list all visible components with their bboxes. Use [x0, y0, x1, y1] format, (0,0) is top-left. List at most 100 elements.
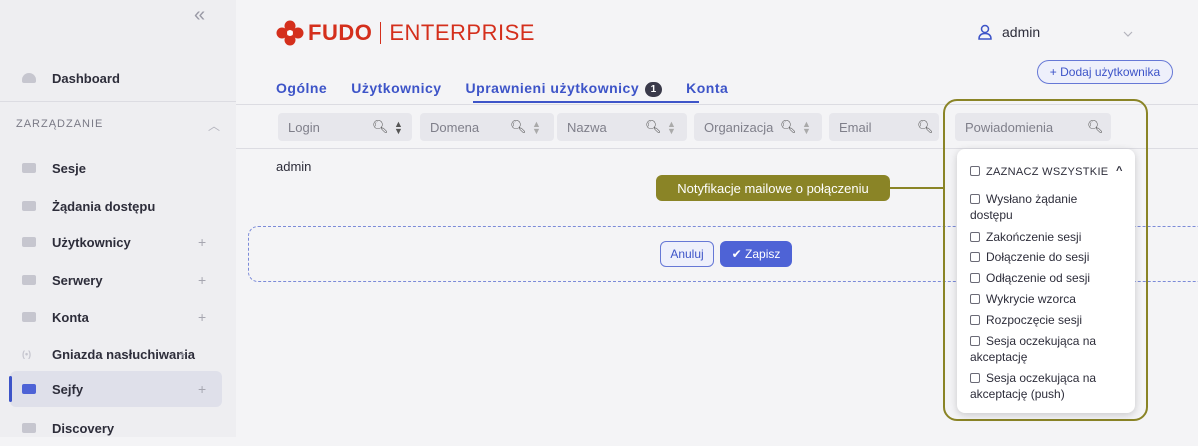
sort-icon[interactable]: ▲ ▼ — [532, 120, 541, 136]
callout-tooltip: Notyfikacje mailowe o połączeniu — [656, 175, 890, 201]
active-tab-underline — [473, 101, 699, 103]
add-user-button[interactable]: + Dodaj użytkownika — [1037, 60, 1173, 84]
checkbox[interactable] — [970, 294, 980, 304]
callout-connector — [890, 187, 943, 189]
option-session-pending-approval-push[interactable]: Sesja oczekująca na akceptację (push) — [970, 370, 1130, 402]
filter-placeholder: Organizacja — [704, 119, 774, 135]
tab-general[interactable]: Ogólne — [276, 80, 327, 102]
tab-label: Konta — [686, 80, 729, 96]
sidebar-item-label: Sejfy — [52, 381, 84, 397]
save-button[interactable]: ✔ Zapisz — [720, 241, 792, 267]
product-name: ENTERPRISE — [389, 20, 535, 45]
add-icon[interactable]: + — [198, 309, 206, 325]
add-icon[interactable]: + — [198, 272, 206, 288]
sidebar-item-label: Discovery — [52, 420, 115, 436]
option-access-request-sent[interactable]: Wysłano żądanie dostępu — [970, 191, 1130, 223]
option-label: dostępu — [970, 208, 1013, 222]
username: admin — [1002, 24, 1041, 40]
add-icon[interactable]: + — [198, 381, 206, 397]
sort-icon[interactable]: ▲ ▼ — [667, 120, 676, 136]
cancel-button[interactable]: Anuluj — [660, 241, 714, 267]
option-label: Sesja oczekująca na — [986, 371, 1097, 385]
divider — [0, 101, 236, 102]
checkbox[interactable] — [970, 336, 980, 346]
checkbox[interactable] — [970, 232, 980, 242]
option-label: Wykrycie wzorca — [986, 292, 1076, 306]
option-session-disconnect[interactable]: Odłączenie od sesji — [970, 270, 1130, 286]
user-icon — [978, 24, 992, 40]
discovery-icon — [22, 423, 36, 433]
sidebar-item-sessions[interactable]: Sesje — [0, 150, 236, 186]
users-icon — [22, 237, 36, 247]
logo: FUDO ENTERPRISE — [276, 20, 535, 46]
add-icon[interactable]: + — [198, 234, 206, 250]
accounts-icon — [22, 312, 36, 322]
filter-placeholder: Login — [288, 119, 320, 135]
user-menu[interactable]: admin — [978, 24, 1040, 40]
checkbox[interactable] — [970, 166, 980, 176]
dashboard-icon — [22, 73, 36, 83]
domain-filter[interactable]: Domena 🔍︎ ▲ ▼ — [420, 113, 554, 141]
option-label: Dołączenie do sesji — [986, 250, 1090, 264]
sidebar-item-users[interactable]: Użytkownicy + — [0, 224, 236, 260]
login-filter[interactable]: Login 🔍︎ ▲ ▼ — [278, 113, 412, 141]
search-icon: 🔍︎ — [372, 119, 389, 134]
access-requests-icon — [22, 201, 36, 211]
checkbox[interactable] — [970, 373, 980, 383]
filter-placeholder: Domena — [430, 119, 480, 135]
add-icon[interactable]: + — [178, 346, 186, 362]
section-label: ZARZĄDZANIE — [16, 118, 104, 130]
sidebar-item-accounts[interactable]: Konta + — [0, 299, 236, 335]
search-icon: 🔍︎ — [917, 119, 934, 134]
checkbox[interactable] — [970, 315, 980, 325]
search-icon: 🔍︎ — [645, 119, 662, 134]
sort-icon[interactable]: ▲ ▼ — [394, 120, 403, 136]
chevron-up-icon: ︿ — [207, 119, 221, 133]
checkbox[interactable] — [970, 252, 980, 262]
email-filter[interactable]: Email 🔍︎ — [829, 113, 939, 141]
checkbox[interactable] — [970, 194, 980, 204]
tab-accounts[interactable]: Konta — [686, 80, 728, 102]
sidebar-item-discovery[interactable]: Discovery — [0, 410, 236, 446]
option-label: Rozpoczęcie sesji — [986, 313, 1083, 327]
count-badge: 1 — [645, 82, 663, 97]
option-label: Odłączenie od sesji — [986, 271, 1091, 285]
name-filter[interactable]: Nazwa 🔍︎ ▲ ▼ — [557, 113, 687, 141]
sidebar-item-listeners[interactable]: (•) Gniazda nasłuchiwania + — [0, 336, 236, 372]
sidebar-item-access-requests[interactable]: Żądania dostępu — [0, 188, 236, 224]
option-label: Wysłano żądanie — [986, 192, 1078, 206]
sort-icon[interactable]: ▲ ▼ — [802, 120, 811, 136]
option-session-join[interactable]: Dołączenie do sesji — [970, 249, 1130, 265]
collapse-sidebar-icon[interactable]: « — [194, 4, 205, 27]
option-label: akceptację — [970, 350, 1028, 364]
tab-users[interactable]: Użytkownicy — [351, 80, 441, 102]
tab-label: Ogólne — [276, 80, 328, 96]
filter-placeholder: Nazwa — [567, 119, 607, 135]
sidebar-section-header[interactable]: ZARZĄDZANIE ︿ — [16, 118, 221, 133]
option-session-end[interactable]: Zakończenie sesji — [970, 229, 1130, 245]
select-all-checkbox[interactable]: ZAZNACZ WSZYSTKIE — [970, 164, 1130, 180]
chevron-up-icon[interactable]: ^ — [1116, 165, 1122, 177]
listeners-icon: (•) — [22, 349, 32, 359]
servers-icon — [22, 275, 36, 285]
sidebar-item-dashboard[interactable]: Dashboard — [0, 60, 236, 96]
organization-filter[interactable]: Organizacja 🔍︎ ▲ ▼ — [694, 113, 822, 141]
tab-bar: Ogólne Użytkownicy Uprawnieni użytkownic… — [276, 80, 752, 102]
option-label: akceptację (push) — [970, 387, 1065, 401]
sidebar-item-servers[interactable]: Serwery + — [0, 262, 236, 298]
option-label: Zakończenie sesji — [986, 230, 1082, 244]
search-icon: 🔍︎ — [780, 119, 797, 134]
chevron-down-icon[interactable] — [1123, 31, 1133, 37]
checkbox[interactable] — [970, 273, 980, 283]
filter-placeholder: Email — [839, 119, 872, 135]
option-session-start[interactable]: Rozpoczęcie sesji — [970, 312, 1130, 328]
option-session-pending-approval[interactable]: Sesja oczekująca na akceptację — [970, 333, 1130, 365]
option-label: Sesja oczekująca na — [986, 334, 1097, 348]
sidebar-item-label: Sesje — [52, 160, 86, 176]
sidebar-item-safes[interactable]: Sejfy + — [0, 371, 236, 407]
tab-authorized-users[interactable]: Uprawnieni użytkownicy 1 — [466, 80, 663, 102]
sidebar-item-label: Dashboard — [52, 70, 120, 86]
option-pattern-detected[interactable]: Wykrycie wzorca — [970, 291, 1130, 307]
tab-label: Użytkownicy — [351, 80, 442, 96]
table-cell-login: admin — [276, 159, 312, 174]
